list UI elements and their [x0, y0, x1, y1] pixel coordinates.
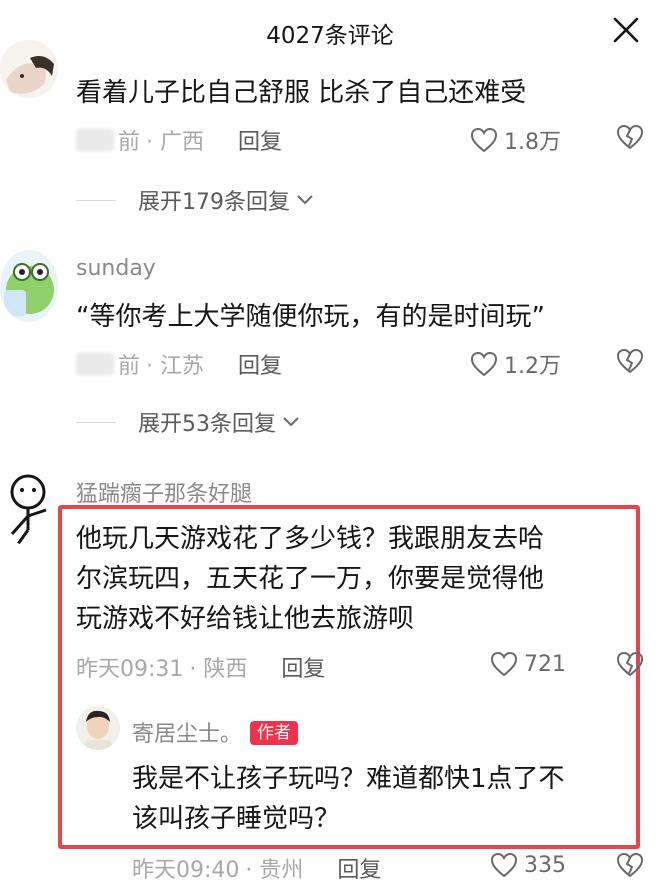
reply-username-text: 寄居尘士。: [132, 722, 243, 747]
comment-location: · 江苏: [146, 354, 205, 379]
comment-text-line: 玩游戏不好给钱让他去旅游呗: [76, 604, 415, 634]
username[interactable]: sunday: [76, 256, 156, 281]
avatar-illustration: [0, 40, 58, 98]
expand-replies-button[interactable]: 展开53条回复: [76, 406, 300, 438]
chevron-down-icon: [283, 417, 299, 427]
comment-meta: 昨天09:31 · 陕西 回复: [76, 651, 325, 683]
broken-heart-icon: [616, 852, 644, 878]
comment-text-line: 他玩几天游戏花了多少钱？我跟朋友去哈: [76, 524, 545, 554]
avatar-illustration: [76, 706, 120, 750]
blurred-time: [76, 353, 114, 375]
reply-meta: 昨天09:40 · 贵州 回复: [132, 852, 381, 884]
author-badge: 作者: [250, 721, 299, 745]
broken-heart-icon: [616, 651, 644, 677]
avatar[interactable]: [0, 40, 58, 98]
heart-icon: [470, 351, 498, 377]
reply-button[interactable]: 回复: [281, 651, 325, 683]
blurred-time: [76, 129, 114, 151]
broken-heart-icon: [616, 124, 644, 150]
divider-line: [76, 421, 116, 423]
avatar[interactable]: [0, 250, 58, 322]
reply-time: 昨天09:40: [132, 858, 240, 883]
reply-avatar[interactable]: [76, 706, 120, 750]
comment-location: · 陕西: [189, 657, 248, 682]
reply-location: · 贵州: [245, 858, 304, 883]
comment-text: 看着儿子比自己舒服 比杀了自己还难受: [76, 78, 527, 108]
comment-time: 前: [118, 354, 141, 379]
comment-meta: 前 · 广西 回复: [76, 124, 282, 156]
reply-text-line: 该叫孩子睡觉吗？: [132, 804, 341, 834]
comment-time: 昨天09:31: [76, 657, 184, 682]
like-button[interactable]: 335: [490, 852, 566, 878]
username[interactable]: 猛踹瘸子那条好腿: [76, 476, 252, 508]
comment-time: 前: [118, 130, 141, 155]
comment-text-line: 尔滨玩四，五天花了一万，你要是觉得他: [76, 564, 545, 594]
comment-text: “等你考上大学随便你玩，有的是时间玩”: [76, 302, 545, 332]
avatar-illustration: [0, 470, 58, 546]
reply-button[interactable]: 回复: [238, 124, 282, 156]
divider-line: [76, 199, 116, 201]
reply-username[interactable]: 寄居尘士。 作者: [132, 716, 299, 748]
avatar-illustration: [0, 250, 58, 322]
like-button[interactable]: 1.8万: [470, 124, 561, 156]
dislike-button[interactable]: [616, 124, 644, 154]
dislike-button[interactable]: [616, 651, 644, 681]
like-count: 335: [524, 852, 566, 878]
expand-label: 展开53条回复: [138, 412, 276, 437]
expand-label: 展开179条回复: [138, 190, 290, 215]
avatar[interactable]: [0, 470, 58, 546]
comment-location: · 广西: [146, 130, 205, 155]
expand-replies-button[interactable]: 展开179条回复: [76, 184, 314, 216]
heart-icon: [490, 852, 518, 878]
reply-text-line: 我是不让孩子玩吗？难道都快1点了不: [132, 764, 565, 794]
dislike-button[interactable]: [616, 348, 644, 378]
close-button[interactable]: [610, 14, 642, 46]
like-button[interactable]: 721: [490, 651, 566, 677]
broken-heart-icon: [616, 348, 644, 374]
dislike-button[interactable]: [616, 852, 644, 882]
like-button[interactable]: 1.2万: [470, 348, 561, 380]
heart-icon: [490, 651, 518, 677]
comment-meta: 前 · 江苏 回复: [76, 348, 282, 380]
close-icon: [613, 17, 639, 43]
like-count: 1.2万: [504, 354, 561, 379]
reply-button[interactable]: 回复: [238, 348, 282, 380]
heart-icon: [470, 127, 498, 153]
like-count: 721: [524, 651, 566, 677]
like-count: 1.8万: [504, 130, 561, 155]
comments-header: 4027条评论: [0, 0, 660, 64]
reply-button[interactable]: 回复: [337, 852, 381, 884]
comment-count-title: 4027条评论: [266, 23, 394, 49]
chevron-down-icon: [297, 195, 313, 205]
